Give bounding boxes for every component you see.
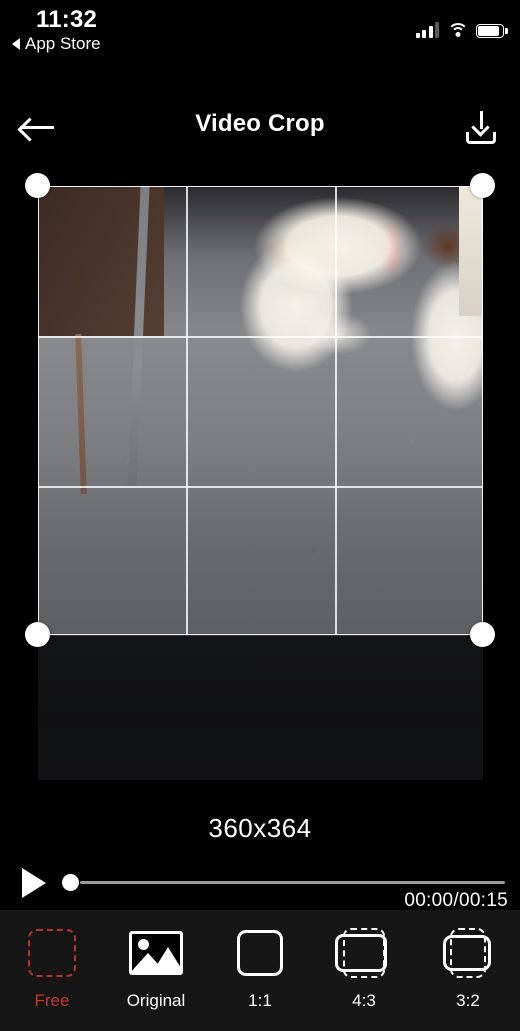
ratio-label-original: Original — [126, 991, 186, 1010]
dashed-square-icon — [21, 927, 83, 979]
crop-dimensions-label: 360x364 — [208, 813, 312, 843]
rect-3-2-icon — [437, 927, 499, 979]
ratio-option-original[interactable]: Original — [104, 927, 208, 1011]
ratio-option-free[interactable]: Free — [0, 927, 104, 1011]
rect-4-3-icon — [333, 927, 395, 979]
playback-controls: 00:00/00:15 — [0, 862, 520, 911]
aspect-ratio-toolbar: Free Original 1:1 4:3 3:2 — [0, 910, 520, 1031]
play-button[interactable] — [12, 862, 56, 904]
crop-handle-top-left[interactable] — [25, 173, 50, 198]
ratio-label-3-2: 3:2 — [456, 991, 480, 1010]
ratio-option-1-1[interactable]: 1:1 — [208, 927, 312, 1011]
crop-frame[interactable] — [38, 186, 483, 635]
photo-icon — [125, 927, 187, 979]
play-icon — [22, 868, 46, 898]
crop-handle-bottom-right[interactable] — [470, 622, 495, 647]
ratio-label-1-1: 1:1 — [248, 991, 272, 1010]
playback-time-label: 00:00/00:15 — [404, 890, 508, 911]
square-icon — [229, 927, 291, 979]
grid-line-horizontal-2 — [39, 486, 482, 488]
ratio-option-3-2[interactable]: 3:2 — [416, 927, 520, 1011]
grid-line-horizontal-1 — [39, 336, 482, 338]
crop-dim-overlay — [38, 635, 483, 780]
crop-handle-top-right[interactable] — [470, 173, 495, 198]
crop-handle-bottom-left[interactable] — [25, 622, 50, 647]
ratio-option-4-3[interactable]: 4:3 — [312, 927, 416, 1011]
grid-line-vertical-2 — [335, 187, 337, 634]
playback-scrubber-track[interactable] — [80, 881, 505, 884]
ratio-label-free: Free — [34, 991, 70, 1010]
playback-scrubber-thumb[interactable] — [62, 874, 79, 891]
grid-line-vertical-1 — [186, 187, 188, 634]
ratio-label-4-3: 4:3 — [352, 991, 376, 1010]
